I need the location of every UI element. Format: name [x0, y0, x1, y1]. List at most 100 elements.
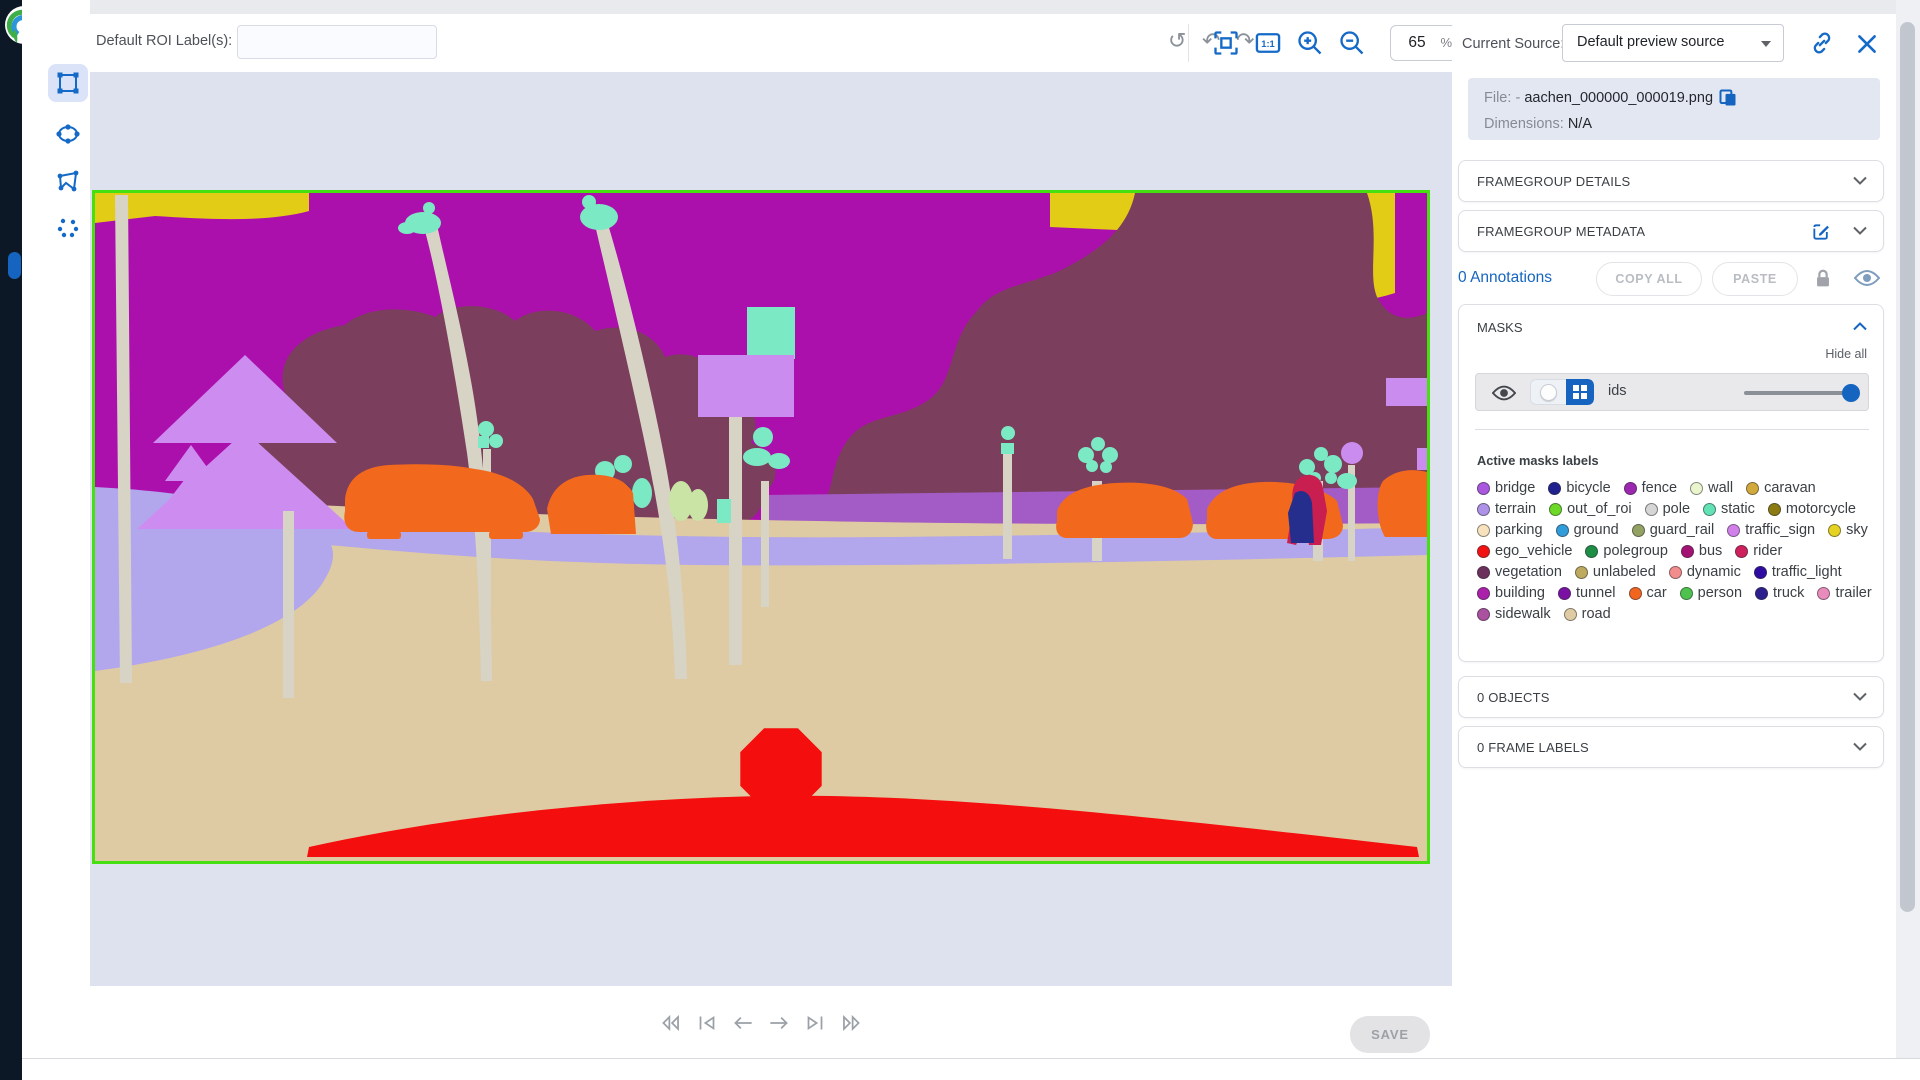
annotations-count: 0 Annotations	[1458, 269, 1552, 287]
panel-scrollbar-thumb[interactable]	[1900, 22, 1915, 912]
points-tool-button[interactable]	[48, 209, 88, 247]
mask-label-motorcycle[interactable]: motorcycle	[1768, 502, 1856, 517]
mask-label-text: rider	[1753, 544, 1782, 559]
mask-label-bridge[interactable]: bridge	[1477, 481, 1535, 496]
mask-label-guard_rail[interactable]: guard_rail	[1632, 523, 1715, 538]
copy-all-button[interactable]: COPY ALL	[1596, 262, 1702, 296]
zoom-in-icon[interactable]	[1296, 29, 1324, 57]
rectangle-tool-button[interactable]	[48, 64, 88, 102]
mask-label-text: road	[1582, 607, 1611, 622]
zoom-percent-sign: %	[1440, 35, 1452, 50]
mask-label-fence[interactable]: fence	[1624, 481, 1677, 496]
next-group-icon[interactable]	[838, 1010, 864, 1036]
mask-color-dot	[1477, 524, 1490, 537]
rail-drag-handle[interactable]	[8, 252, 21, 279]
mask-label-rider[interactable]: rider	[1735, 544, 1782, 559]
toolbar-divider	[1188, 24, 1189, 62]
next-frame-icon[interactable]	[766, 1010, 792, 1036]
mask-label-traffic_sign[interactable]: traffic_sign	[1727, 523, 1815, 538]
masks-title: MASKS	[1477, 320, 1523, 335]
actual-size-icon[interactable]: 1:1	[1254, 29, 1282, 57]
mask-label-sky[interactable]: sky	[1828, 523, 1868, 538]
mask-label-text: sky	[1846, 523, 1868, 538]
mask-label-person[interactable]: person	[1680, 586, 1742, 601]
source-select[interactable]: Default preview source	[1562, 24, 1784, 62]
mask-label-pole[interactable]: pole	[1645, 502, 1690, 517]
accordion-frame-labels[interactable]: 0 FRAME LABELS	[1458, 726, 1884, 768]
mask-label-bus[interactable]: bus	[1681, 544, 1722, 559]
mask-color-dot	[1817, 587, 1830, 600]
edit-icon[interactable]	[1811, 222, 1831, 242]
hide-all-link[interactable]: Hide all	[1825, 347, 1867, 361]
file-info-card: File: - aachen_000000_000019.png Dimensi…	[1468, 78, 1880, 140]
fit-to-screen-icon[interactable]	[1212, 29, 1240, 57]
ellipse-tool-button[interactable]	[48, 115, 88, 153]
mask-label-text: motorcycle	[1786, 502, 1856, 517]
mask-label-text: vegetation	[1495, 565, 1562, 580]
mask-label-car[interactable]: car	[1629, 586, 1667, 601]
mask-label-vegetation[interactable]: vegetation	[1477, 565, 1562, 580]
mask-label-traffic_light[interactable]: traffic_light	[1754, 565, 1842, 580]
tool-sidebar	[22, 0, 90, 1080]
chevron-up-icon[interactable]	[1853, 322, 1867, 331]
mask-label-static[interactable]: static	[1703, 502, 1755, 517]
mask-label-tunnel[interactable]: tunnel	[1558, 586, 1616, 601]
mask-region-plant	[717, 499, 731, 523]
layer-visibility-icon[interactable]	[1492, 384, 1516, 402]
mask-label-truck[interactable]: truck	[1755, 586, 1804, 601]
file-name: aachen_000000_000019.png	[1524, 90, 1713, 106]
mask-label-dynamic[interactable]: dynamic	[1669, 565, 1741, 580]
previous-group-icon[interactable]	[658, 1010, 684, 1036]
paste-button[interactable]: PASTE	[1712, 262, 1798, 296]
mask-label-building[interactable]: building	[1477, 586, 1545, 601]
roi-label-input[interactable]	[237, 25, 437, 59]
accordion-framegroup-metadata[interactable]: FRAMEGROUP METADATA	[1458, 210, 1884, 252]
mask-label-sidewalk[interactable]: sidewalk	[1477, 607, 1551, 622]
roi-label: Default ROI Label(s):	[96, 33, 232, 49]
mask-label-text: parking	[1495, 523, 1543, 538]
mask-label-text: dynamic	[1687, 565, 1741, 580]
mask-region-sign-pole	[729, 415, 742, 665]
mask-color-dot	[1754, 566, 1767, 579]
zoom-out-icon[interactable]	[1338, 29, 1366, 57]
mask-label-road[interactable]: road	[1564, 607, 1611, 622]
segmentation-canvas[interactable]	[92, 190, 1430, 864]
toggle-plain-option[interactable]	[1530, 379, 1566, 405]
link-icon[interactable]	[1809, 30, 1835, 56]
mask-view-toggle[interactable]	[1530, 379, 1594, 405]
last-frame-icon[interactable]	[802, 1010, 828, 1036]
visibility-icon[interactable]	[1854, 268, 1880, 288]
mask-color-dot	[1558, 587, 1571, 600]
save-button[interactable]: SAVE	[1350, 1016, 1430, 1053]
mask-label-caravan[interactable]: caravan	[1746, 481, 1816, 496]
opacity-slider[interactable]	[1744, 391, 1856, 395]
mask-label-parking[interactable]: parking	[1477, 523, 1543, 538]
current-source-label: Current Source:	[1462, 36, 1564, 52]
polygon-tool-button[interactable]	[48, 162, 88, 200]
zoom-level-input[interactable]	[1401, 30, 1433, 56]
mask-label-unlabeled[interactable]: unlabeled	[1575, 565, 1656, 580]
copy-icon[interactable]	[1718, 88, 1738, 108]
mask-label-ground[interactable]: ground	[1556, 523, 1619, 538]
mask-label-wall[interactable]: wall	[1690, 481, 1733, 496]
close-icon[interactable]	[1854, 31, 1880, 57]
mask-label-bicycle[interactable]: bicycle	[1548, 481, 1610, 496]
history-icon[interactable]: ↺	[1168, 26, 1186, 58]
toggle-grid-option[interactable]	[1566, 379, 1594, 405]
mask-color-dot	[1477, 545, 1490, 558]
previous-frame-icon[interactable]	[730, 1010, 756, 1036]
lock-icon[interactable]	[1812, 267, 1834, 291]
accordion-objects[interactable]: 0 OBJECTS	[1458, 676, 1884, 718]
main-toolbar: Default ROI Label(s): ↺ ↶ ↷ 1:1	[90, 14, 1452, 72]
mask-color-dot	[1768, 503, 1781, 516]
accordion-framegroup-details[interactable]: FRAMEGROUP DETAILS	[1458, 160, 1884, 202]
mask-label-polegroup[interactable]: polegroup	[1585, 544, 1668, 559]
panel-scrollbar-track[interactable]	[1896, 0, 1920, 1058]
mask-label-trailer[interactable]: trailer	[1817, 586, 1871, 601]
mask-label-out_of_roi[interactable]: out_of_roi	[1549, 502, 1632, 517]
mask-label-ego_vehicle[interactable]: ego_vehicle	[1477, 544, 1572, 559]
mask-label-terrain[interactable]: terrain	[1477, 502, 1536, 517]
first-frame-icon[interactable]	[694, 1010, 720, 1036]
opacity-slider-thumb[interactable]	[1842, 384, 1860, 402]
mask-color-dot	[1477, 587, 1490, 600]
